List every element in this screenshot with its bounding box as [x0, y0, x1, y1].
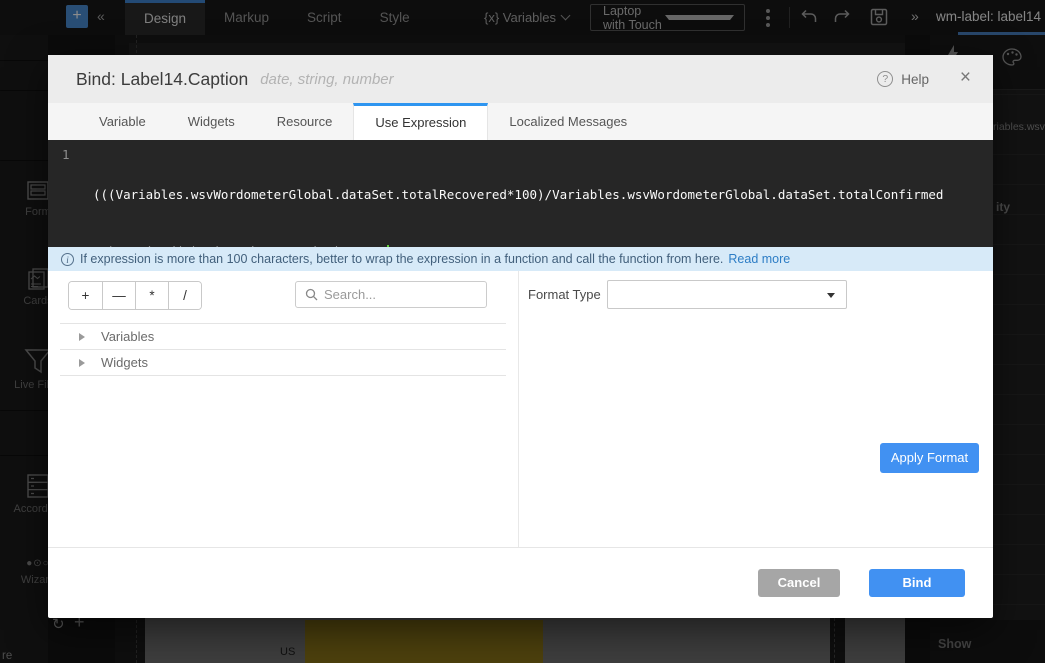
apply-format-button[interactable]: Apply Format [880, 443, 979, 473]
help-button[interactable]: ? Help [877, 55, 929, 103]
operator-plus-button[interactable]: + [69, 282, 102, 309]
content-divider [518, 271, 519, 547]
operator-buttons: + — * / [68, 281, 202, 310]
dialog-tabs: Variable Widgets Resource Use Expression… [48, 103, 993, 140]
tree-item-label: Widgets [101, 355, 148, 370]
line-number: 1 [62, 147, 70, 162]
editor-gutter: 1 [48, 140, 88, 247]
bind-button[interactable]: Bind [869, 569, 965, 597]
help-icon: ? [877, 71, 893, 87]
tab-variable[interactable]: Variable [78, 103, 167, 140]
caret-down-icon [827, 293, 835, 298]
search-icon [305, 288, 318, 301]
expression-info-bar: i If expression is more than 100 charact… [48, 247, 993, 271]
search-input[interactable] [324, 287, 474, 302]
bind-dialog: Bind: Label14.Caption date, string, numb… [48, 55, 993, 618]
tree-item-variables[interactable]: Variables [60, 324, 506, 350]
app-window: + « Design Markup Script Style {x} Varia… [0, 0, 1045, 663]
format-type-label: Format Type [528, 287, 601, 302]
dialog-title: Bind: Label14.Caption [76, 69, 248, 90]
code-line-1: (((Variables.wsvWordometerGlobal.dataSet… [93, 187, 943, 202]
operator-divide-button[interactable]: / [168, 282, 201, 309]
help-label: Help [901, 72, 929, 87]
info-icon: i [61, 253, 74, 266]
dialog-header: Bind: Label14.Caption date, string, numb… [48, 55, 993, 103]
close-icon[interactable]: × [960, 67, 971, 89]
tab-localized-messages[interactable]: Localized Messages [488, 103, 648, 140]
footer-divider [48, 547, 993, 548]
tree-item-label: Variables [101, 329, 154, 344]
cancel-button[interactable]: Cancel [758, 569, 840, 597]
expand-triangle-icon [79, 359, 85, 367]
read-more-link[interactable]: Read more [728, 252, 790, 266]
tab-use-expression[interactable]: Use Expression [353, 103, 488, 140]
tab-widgets[interactable]: Widgets [167, 103, 256, 140]
dialog-subtitle: date, string, number [260, 71, 393, 88]
tab-resource[interactable]: Resource [256, 103, 354, 140]
expand-triangle-icon [79, 333, 85, 341]
format-type-select[interactable] [607, 280, 847, 309]
search-box [295, 281, 487, 308]
operator-multiply-button[interactable]: * [135, 282, 168, 309]
expression-code[interactable]: (((Variables.wsvWordometerGlobal.dataSet… [93, 147, 987, 299]
info-text: If expression is more than 100 character… [80, 252, 723, 266]
operator-minus-button[interactable]: — [102, 282, 135, 309]
tree-item-widgets[interactable]: Widgets [60, 350, 506, 376]
expression-editor[interactable]: 1 (((Variables.wsvWordometerGlobal.dataS… [48, 140, 993, 247]
binding-source-tree: Variables Widgets [60, 323, 506, 376]
